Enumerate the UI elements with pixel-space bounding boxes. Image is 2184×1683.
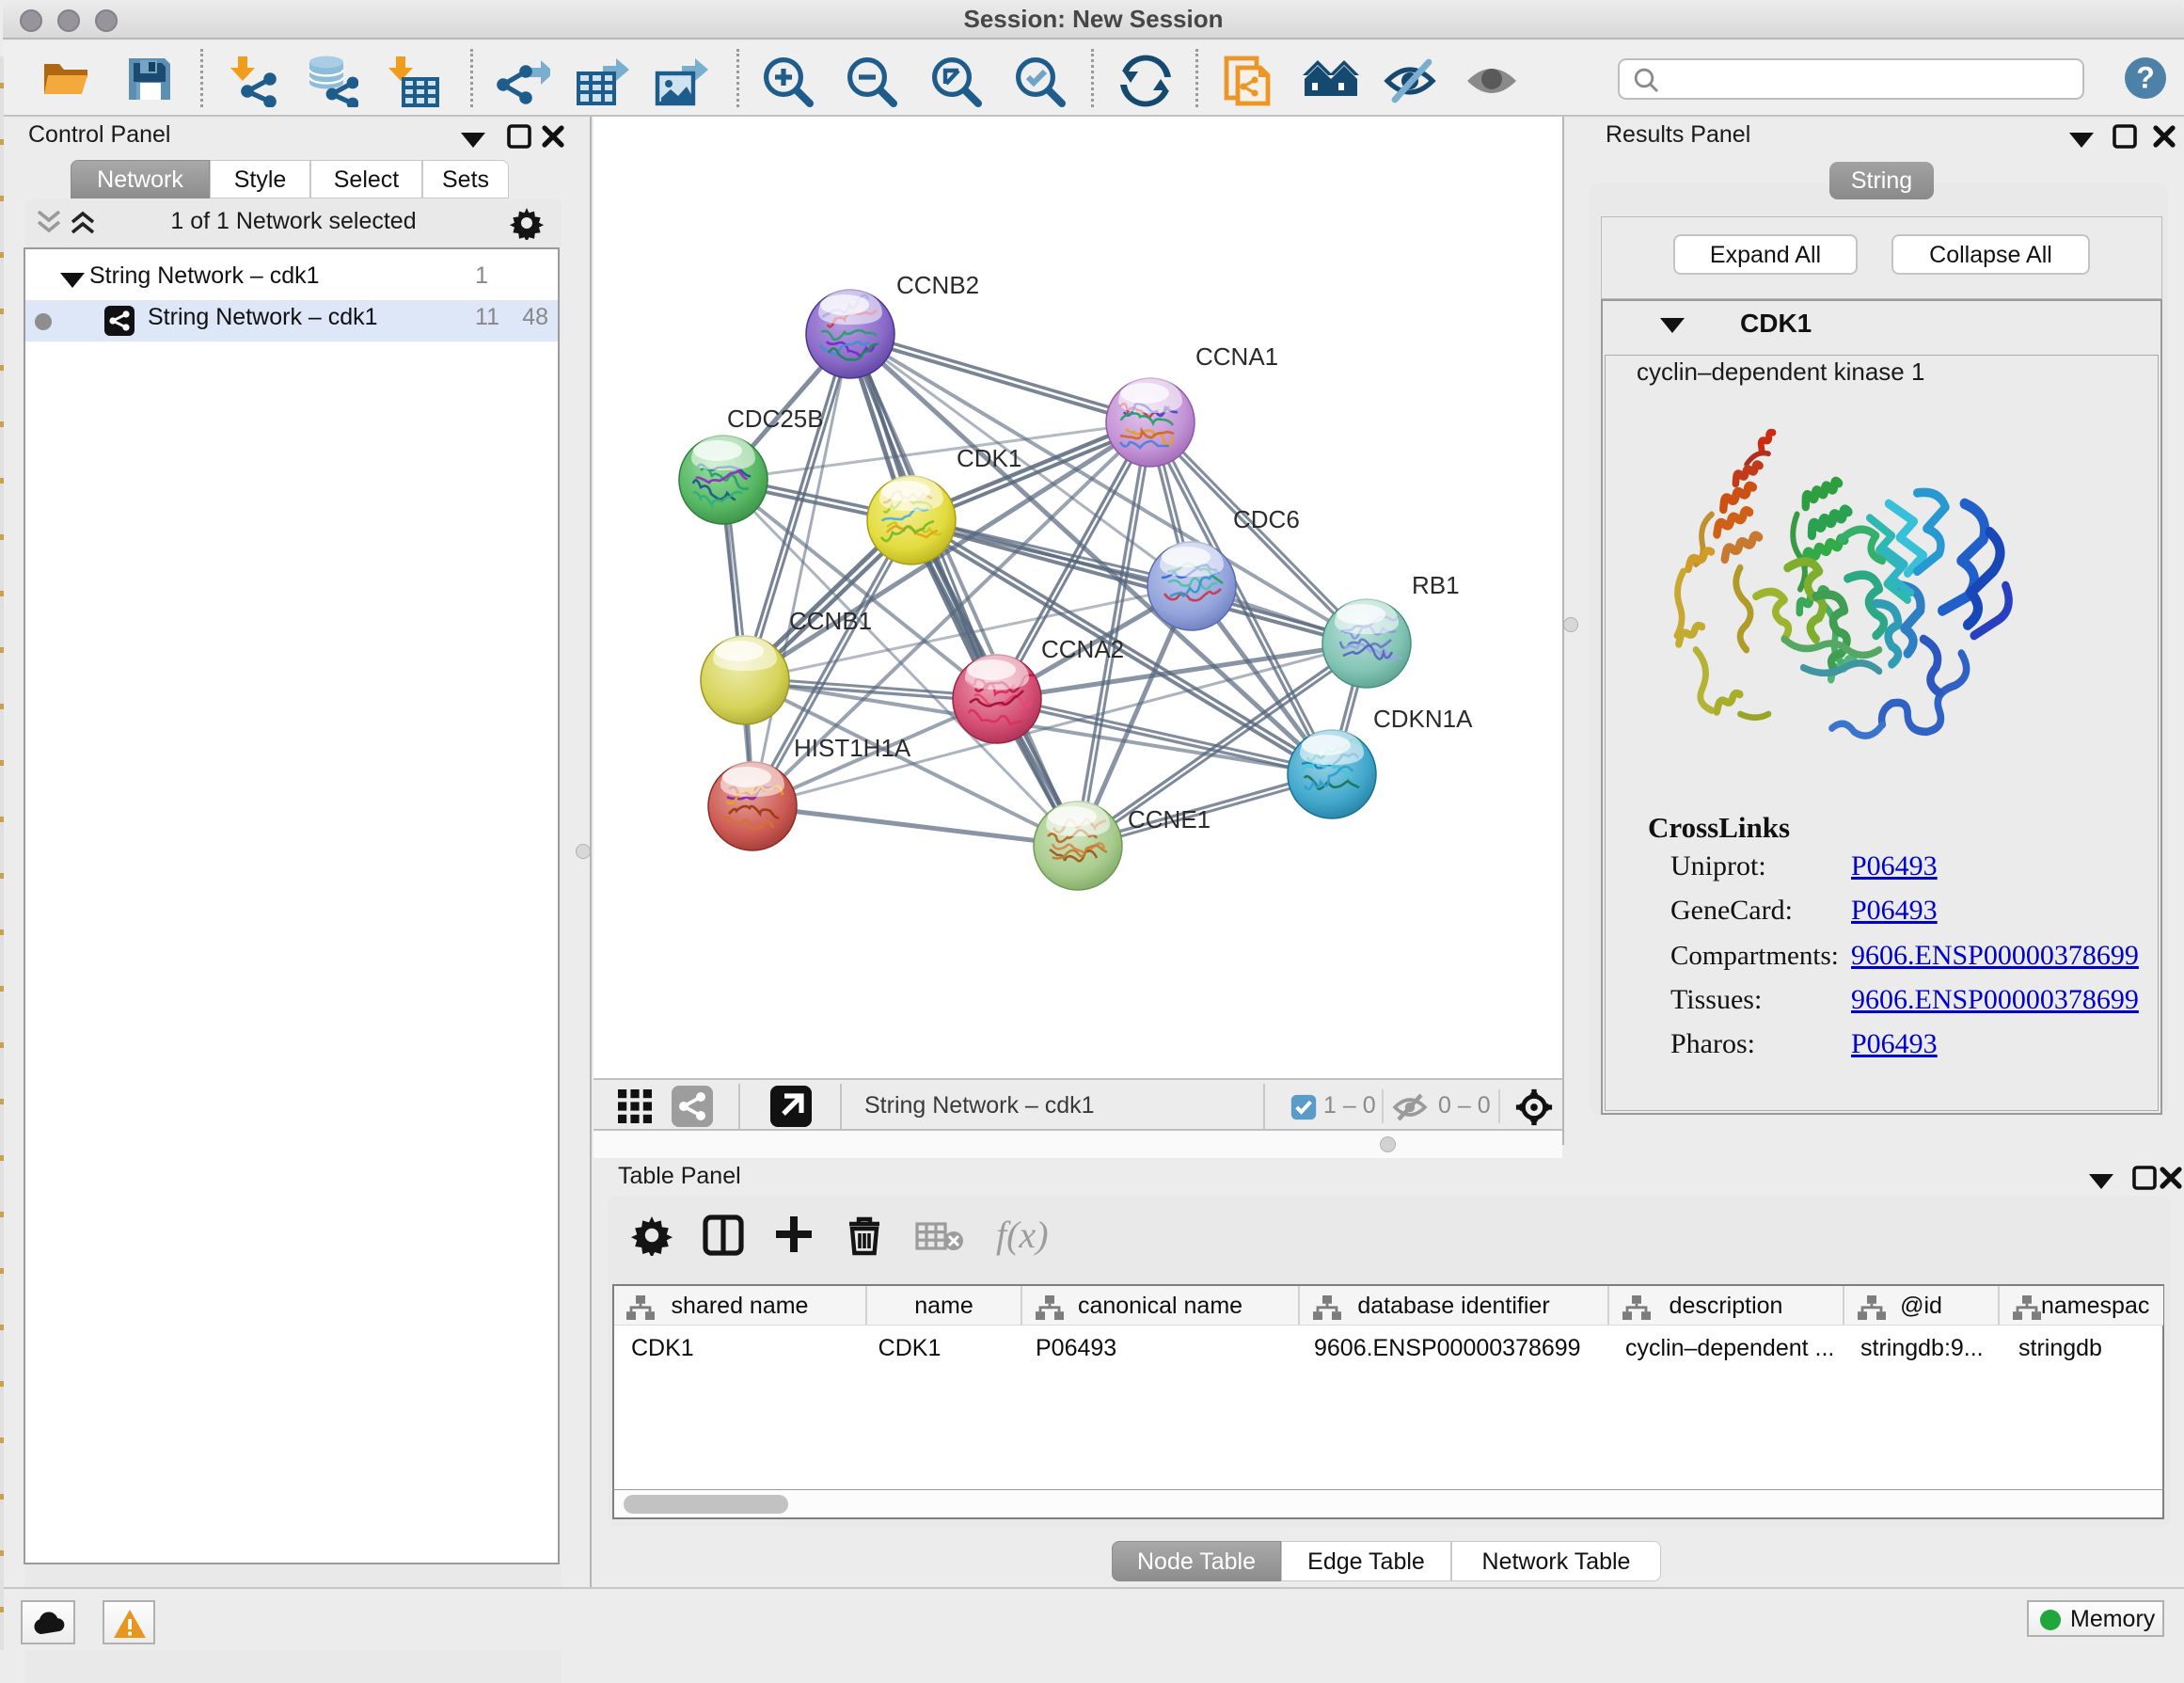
svg-text:CCNA1: CCNA1 bbox=[1195, 342, 1278, 371]
svg-text:CCNB2: CCNB2 bbox=[896, 271, 979, 299]
svg-text:CCNB1: CCNB1 bbox=[789, 607, 872, 635]
svg-text:CDK1: CDK1 bbox=[957, 444, 1021, 472]
svg-text:?: ? bbox=[2136, 61, 2155, 95]
svg-text:RB1: RB1 bbox=[1412, 571, 1460, 599]
svg-text:CCNE1: CCNE1 bbox=[1128, 805, 1211, 834]
svg-text:CDKN1A: CDKN1A bbox=[1373, 705, 1473, 733]
svg-text:CDC6: CDC6 bbox=[1233, 505, 1300, 533]
svg-text:CCNA2: CCNA2 bbox=[1041, 635, 1124, 663]
svg-text:HIST1H1A: HIST1H1A bbox=[794, 734, 911, 762]
svg-text:CDC25B: CDC25B bbox=[727, 405, 824, 433]
